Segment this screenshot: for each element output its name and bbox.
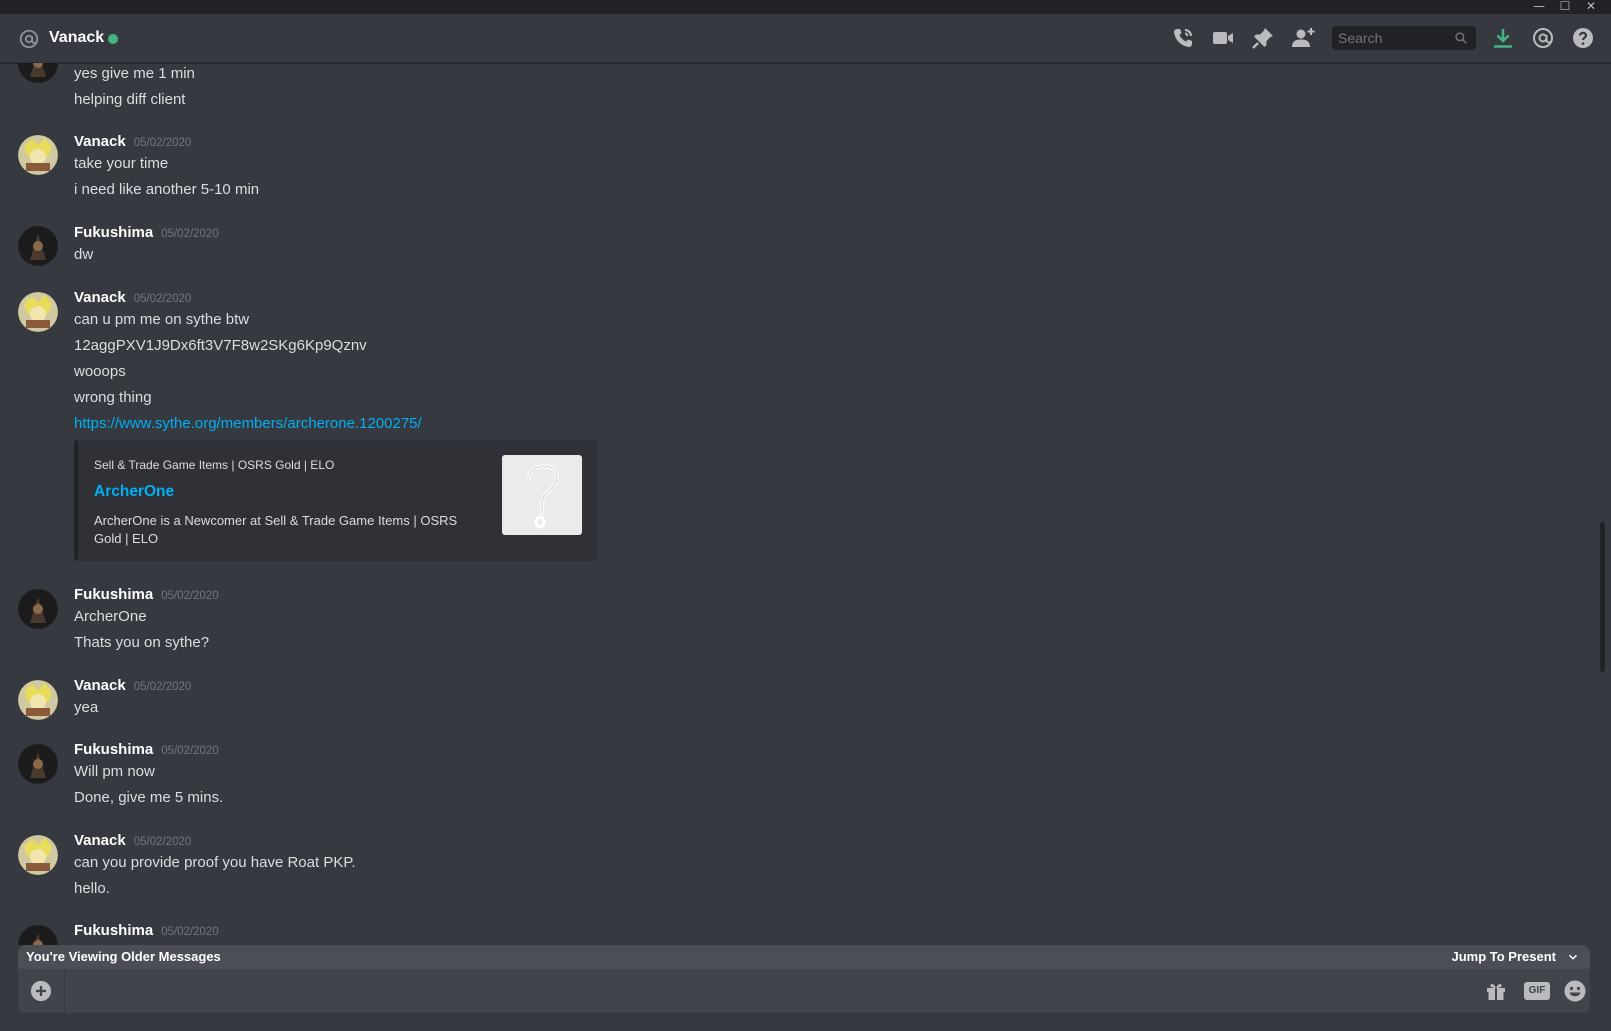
avatar-vanack[interactable] bbox=[18, 292, 58, 332]
author-name[interactable]: Fukushima bbox=[74, 224, 153, 241]
message-text: hello. bbox=[74, 880, 110, 897]
message-author[interactable]: Fukushima 05/02/2020 bbox=[74, 224, 219, 241]
message-timestamp: 05/02/2020 bbox=[133, 137, 192, 149]
scrollbar-thumb[interactable] bbox=[1600, 522, 1605, 672]
older-messages-bar: You're Viewing Older Messages Jump To Pr… bbox=[18, 945, 1590, 969]
message-author[interactable]: Vanack 05/02/2020 bbox=[74, 677, 191, 694]
phone-call-icon[interactable] bbox=[1171, 26, 1195, 50]
embed-description: ArcherOne is a Newcomer at Sell & Trade … bbox=[94, 513, 458, 546]
message-author[interactable]: Fukushima 05/02/2020 bbox=[74, 586, 219, 603]
at-icon bbox=[19, 29, 39, 49]
gift-icon[interactable] bbox=[1484, 979, 1508, 1003]
pin-icon[interactable] bbox=[1251, 26, 1275, 50]
gif-button[interactable]: GIF bbox=[1524, 982, 1550, 1000]
scrollbar-track[interactable] bbox=[1597, 63, 1605, 943]
avatar-fukushima[interactable] bbox=[18, 226, 58, 266]
dm-header: Vanack bbox=[0, 14, 1611, 63]
message-timestamp: 05/02/2020 bbox=[133, 836, 192, 848]
online-status-indicator bbox=[108, 34, 118, 44]
search-input[interactable] bbox=[1332, 26, 1450, 50]
message-composer: GIF bbox=[18, 969, 1590, 1015]
message-author[interactable]: Vanack 05/02/2020 bbox=[74, 832, 191, 849]
message-timestamp: 05/02/2020 bbox=[161, 228, 219, 240]
avatar-vanack[interactable] bbox=[18, 835, 58, 875]
message-text: take your time bbox=[74, 155, 169, 172]
message-text: wrong thing bbox=[74, 389, 152, 406]
avatar-fukushima[interactable] bbox=[18, 925, 58, 945]
message-timestamp: 05/02/2020 bbox=[161, 745, 219, 757]
message-text: Will pm now bbox=[74, 763, 155, 780]
message-text: 12aggPXV1J9Dx6ft3V7F8w2SKg6Kp9Qznv bbox=[74, 337, 367, 354]
mention-icon[interactable] bbox=[1531, 26, 1555, 50]
message-text: Thats you on sythe? bbox=[74, 634, 210, 651]
message-timestamp: 05/02/2020 bbox=[133, 293, 192, 305]
embed-title[interactable]: ArcherOne bbox=[94, 483, 174, 501]
message-timestamp: 05/02/2020 bbox=[161, 590, 219, 602]
avatar-vanack[interactable] bbox=[18, 135, 58, 175]
message-text: yea bbox=[74, 699, 99, 716]
maximize-button[interactable]: ☐ bbox=[1552, 0, 1578, 14]
author-name[interactable]: Fukushima bbox=[74, 586, 153, 603]
message-text: dw bbox=[74, 246, 94, 263]
avatar-vanack[interactable] bbox=[18, 680, 58, 720]
message-text: Done, give me 5 mins. bbox=[74, 789, 224, 806]
message-author[interactable]: Vanack 05/02/2020 bbox=[74, 289, 191, 306]
message-text: can you provide proof you have Roat PKP. bbox=[74, 854, 356, 871]
emoji-icon[interactable] bbox=[1563, 979, 1587, 1003]
message-author[interactable]: Fukushima 05/02/2020 bbox=[74, 741, 219, 758]
dm-username[interactable]: Vanack bbox=[49, 29, 104, 47]
message-text: can u pm me on sythe btw bbox=[74, 311, 250, 328]
author-name[interactable]: Vanack bbox=[74, 832, 126, 849]
message-author[interactable]: Fukushima 05/02/2020 bbox=[74, 922, 219, 939]
add-friend-icon[interactable] bbox=[1291, 26, 1315, 50]
message-text: yes give me 1 min bbox=[74, 65, 195, 82]
older-messages-text: You're Viewing Older Messages bbox=[26, 949, 221, 964]
video-call-icon[interactable] bbox=[1211, 26, 1235, 50]
minimize-button[interactable]: — bbox=[1526, 0, 1552, 14]
message-text: i need like another 5-10 min bbox=[74, 181, 260, 198]
help-icon[interactable] bbox=[1571, 26, 1595, 50]
message-timestamp: 05/02/2020 bbox=[133, 681, 192, 693]
message-text: ArcherOne bbox=[74, 608, 147, 625]
question-mark-icon bbox=[527, 464, 559, 529]
embed-provider: Sell & Trade Game Items | OSRS Gold | EL… bbox=[94, 458, 335, 472]
message-text: wooops bbox=[74, 363, 126, 380]
composer-divider bbox=[64, 969, 65, 1013]
avatar-fukushima[interactable] bbox=[18, 744, 58, 784]
message-text: helping diff client bbox=[74, 91, 186, 108]
search-icon bbox=[1455, 32, 1467, 44]
author-name[interactable]: Fukushima bbox=[74, 922, 153, 939]
link-embed: Sell & Trade Game Items | OSRS Gold | EL… bbox=[74, 440, 598, 561]
avatar-fukushima[interactable] bbox=[18, 63, 58, 83]
message-timestamp: 05/02/2020 bbox=[161, 926, 219, 938]
search-bar[interactable] bbox=[1332, 26, 1476, 50]
avatar-fukushima[interactable] bbox=[18, 589, 58, 629]
author-name[interactable]: Fukushima bbox=[74, 741, 153, 758]
message-list[interactable]: yes give me 1 min helping diff client Va… bbox=[0, 63, 1596, 945]
jump-to-present-button[interactable]: Jump To Present bbox=[1451, 949, 1556, 964]
embed-thumbnail[interactable] bbox=[502, 455, 582, 535]
message-input[interactable] bbox=[78, 969, 1382, 1015]
message-link[interactable]: https://www.sythe.org/members/archerone.… bbox=[74, 415, 422, 432]
author-name[interactable]: Vanack bbox=[74, 677, 126, 694]
download-icon[interactable] bbox=[1491, 26, 1515, 50]
window-titlebar: — ☐ ✕ bbox=[0, 0, 1611, 14]
message-author[interactable]: Vanack 05/02/2020 bbox=[74, 133, 191, 150]
chevron-down-icon[interactable] bbox=[1566, 950, 1580, 964]
author-name[interactable]: Vanack bbox=[74, 133, 126, 150]
close-window-button[interactable]: ✕ bbox=[1578, 0, 1604, 14]
author-name[interactable]: Vanack bbox=[74, 289, 126, 306]
upload-plus-icon[interactable] bbox=[30, 980, 52, 1002]
